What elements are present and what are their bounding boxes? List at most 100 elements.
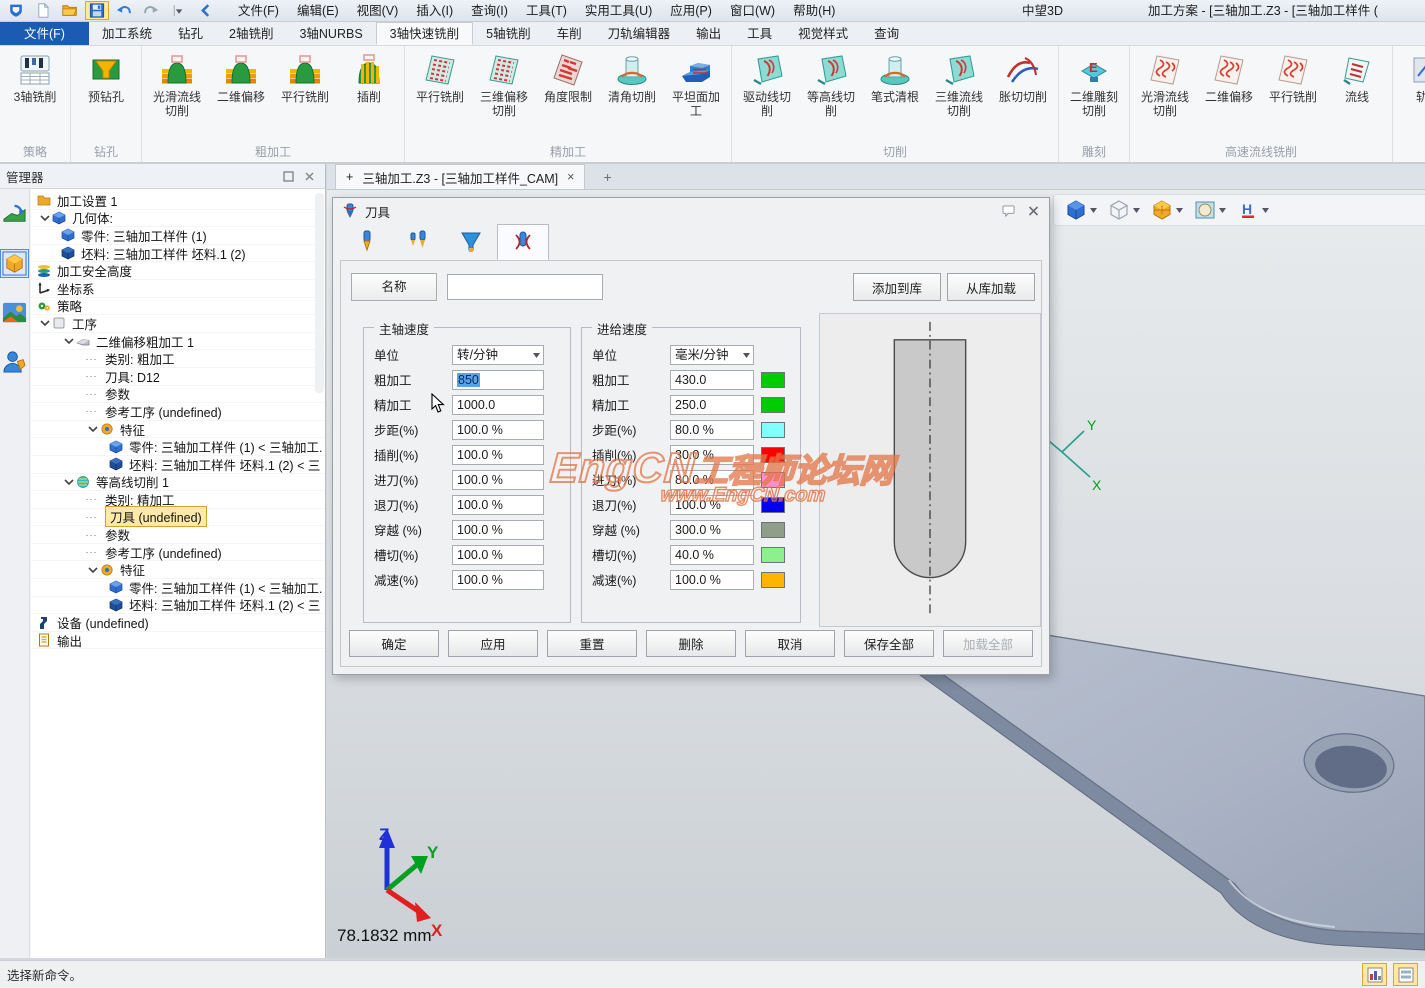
tree-item[interactable]: 等高线切削 1	[31, 474, 325, 492]
ribbon-tab[interactable]: 车削	[544, 22, 595, 45]
tree-item[interactable]: 刀具: D12	[31, 368, 325, 386]
ribbon-button[interactable]: 三维偏移切削	[472, 48, 536, 118]
menubar-item[interactable]: 窗口(W)	[721, 0, 784, 22]
tree-item[interactable]: 加工安全高度	[31, 262, 325, 280]
tree-item[interactable]: 输出	[31, 632, 325, 650]
chevron-down-icon[interactable]	[61, 477, 76, 487]
ribbon-button[interactable]: 流线	[1325, 48, 1389, 104]
ribbon-button[interactable]: 光滑流线切削	[145, 48, 209, 118]
dialog-button[interactable]: 取消	[745, 630, 835, 657]
undo-button[interactable]	[112, 1, 136, 20]
tree-item[interactable]: 几何体:	[31, 210, 325, 228]
ribbon-button[interactable]: 平行铣削	[273, 48, 337, 104]
feed-input[interactable]: 250.0	[670, 395, 754, 415]
dialog-tab-tool-drill[interactable]	[341, 224, 393, 260]
tab-plus-icon[interactable]: +	[346, 170, 353, 184]
tree-item[interactable]: 特征	[31, 561, 325, 579]
feed-color-swatch[interactable]	[761, 547, 785, 563]
tree-item[interactable]: 参数	[31, 526, 325, 544]
chart-button[interactable]	[1362, 963, 1387, 986]
tree-item[interactable]: 坯料: 三轴加工样件 坯料.1 (2) < 三	[31, 597, 325, 615]
tool-name-input[interactable]	[447, 274, 603, 300]
menubar-item[interactable]: 视图(V)	[348, 0, 408, 22]
ribbon-button[interactable]: E 二维雕刻切削	[1062, 48, 1126, 118]
new-tab-button[interactable]: +	[593, 164, 621, 189]
menubar-item[interactable]: 应用(P)	[661, 0, 721, 22]
feed-input[interactable]: 80.0 %	[670, 470, 754, 490]
tree-item[interactable]: 特征	[31, 421, 325, 439]
ribbon-button[interactable]: 平坦面加工	[664, 48, 728, 118]
menubar-item[interactable]: 实用工具(U)	[576, 0, 661, 22]
tree-item[interactable]: 参考工序 (undefined)	[31, 403, 325, 421]
dialog-button[interactable]: 重置	[547, 630, 637, 657]
ribbon-button[interactable]: 角度限制	[536, 48, 600, 104]
ribbon-tab[interactable]: 3轴NURBS	[286, 22, 375, 45]
ribbon-tab[interactable]: 文件(F)	[0, 22, 89, 45]
tree-item[interactable]: 刀具 (undefined)	[31, 509, 325, 527]
tree-item[interactable]: 加工设置 1	[31, 192, 325, 210]
feed-color-swatch[interactable]	[761, 572, 785, 588]
ribbon-button[interactable]: 三维流线切削	[927, 48, 991, 118]
tree-item[interactable]: 零件: 三轴加工样件 (1) < 三轴加工.	[31, 579, 325, 597]
ribbon-button[interactable]: 驱动线切削	[735, 48, 799, 118]
feed-color-swatch[interactable]	[761, 372, 785, 388]
ribbon-tab[interactable]: 查询	[861, 22, 912, 45]
qat-dropdown-button[interactable]	[166, 1, 190, 20]
qat-collapse-button[interactable]	[193, 1, 217, 20]
menubar-item[interactable]: 插入(I)	[407, 0, 462, 22]
dialog-tab-tool-drill-multi[interactable]	[393, 224, 445, 260]
render-view-button[interactable]	[1, 299, 28, 326]
feed-color-swatch[interactable]	[761, 472, 785, 488]
ribbon-tab[interactable]: 钻孔	[165, 22, 216, 45]
feed-color-swatch[interactable]	[761, 497, 785, 513]
redo-button[interactable]	[139, 1, 163, 20]
chevron-down-icon[interactable]	[85, 565, 100, 575]
dialog-tab-tool-ball[interactable]	[497, 224, 549, 260]
save-button[interactable]	[85, 1, 109, 20]
tree-item[interactable]: 零件: 三轴加工样件 (1)	[31, 227, 325, 245]
tree-item[interactable]: 参考工序 (undefined)	[31, 544, 325, 562]
ribbon-tab[interactable]: 视觉样式	[785, 22, 861, 45]
ribbon-button[interactable]: 插削	[337, 48, 401, 104]
tab-close-icon[interactable]: ×	[567, 170, 574, 184]
spindle-input[interactable]: 100.0 %	[452, 545, 544, 565]
dropdown-arrow-icon[interactable]	[743, 353, 750, 358]
open-file-button[interactable]	[58, 1, 82, 20]
menubar-item[interactable]: 帮助(H)	[784, 0, 844, 22]
ribbon-button[interactable]: 轨迹	[1396, 48, 1425, 104]
tree-item[interactable]: 坯料: 三轴加工样件 坯料.1 (2)	[31, 245, 325, 263]
feed-input[interactable]: 30.0 %	[670, 445, 754, 465]
ribbon-tab[interactable]: 输出	[683, 22, 734, 45]
tree-item[interactable]: 二维偏移粗加工 1	[31, 333, 325, 351]
spindle-unit-select[interactable]: 转/分钟	[452, 345, 544, 365]
dialog-button[interactable]: 应用	[448, 630, 538, 657]
spindle-input[interactable]: 100.0 %	[452, 445, 544, 465]
feed-input[interactable]: 300.0 %	[670, 520, 754, 540]
ribbon-button[interactable]: 3轴铣削	[3, 48, 67, 104]
dialog-tab-tool-cone[interactable]	[445, 224, 497, 260]
ribbon-button[interactable]: 等高线切削	[799, 48, 863, 118]
load-from-library-button[interactable]: 从库加载	[947, 273, 1035, 301]
feed-input[interactable]: 80.0 %	[670, 420, 754, 440]
ribbon-button[interactable]: 胀切切削	[991, 48, 1055, 104]
dialog-comment-icon[interactable]	[1002, 205, 1015, 217]
tree-item[interactable]: 策略	[31, 298, 325, 316]
user-button[interactable]	[1, 348, 28, 375]
tree-item[interactable]: 零件: 三轴加工样件 (1) < 三轴加工.	[31, 438, 325, 456]
spindle-input[interactable]: 100.0 %	[452, 420, 544, 440]
menubar-item[interactable]: 查询(I)	[462, 0, 517, 22]
feed-input[interactable]: 40.0 %	[670, 545, 754, 565]
cam-setup-button[interactable]	[1, 201, 28, 228]
ribbon-button[interactable]: 平行铣削	[408, 48, 472, 104]
feed-color-swatch[interactable]	[761, 422, 785, 438]
feed-input[interactable]: 100.0 %	[670, 495, 754, 515]
tree-scrollbar[interactable]	[315, 193, 324, 393]
ribbon-button[interactable]: 二维偏移	[1197, 48, 1261, 104]
ribbon-button[interactable]: 清角切削	[600, 48, 664, 104]
list-button[interactable]	[1393, 963, 1418, 986]
tree-item[interactable]: 坯料: 三轴加工样件 坯料.1 (2) < 三	[31, 456, 325, 474]
tree-item[interactable]: 工序	[31, 315, 325, 333]
feed-input[interactable]: 100.0 %	[670, 570, 754, 590]
ribbon-tab[interactable]: 3轴快速铣削	[376, 22, 473, 45]
tree-item[interactable]: 类别: 粗加工	[31, 350, 325, 368]
